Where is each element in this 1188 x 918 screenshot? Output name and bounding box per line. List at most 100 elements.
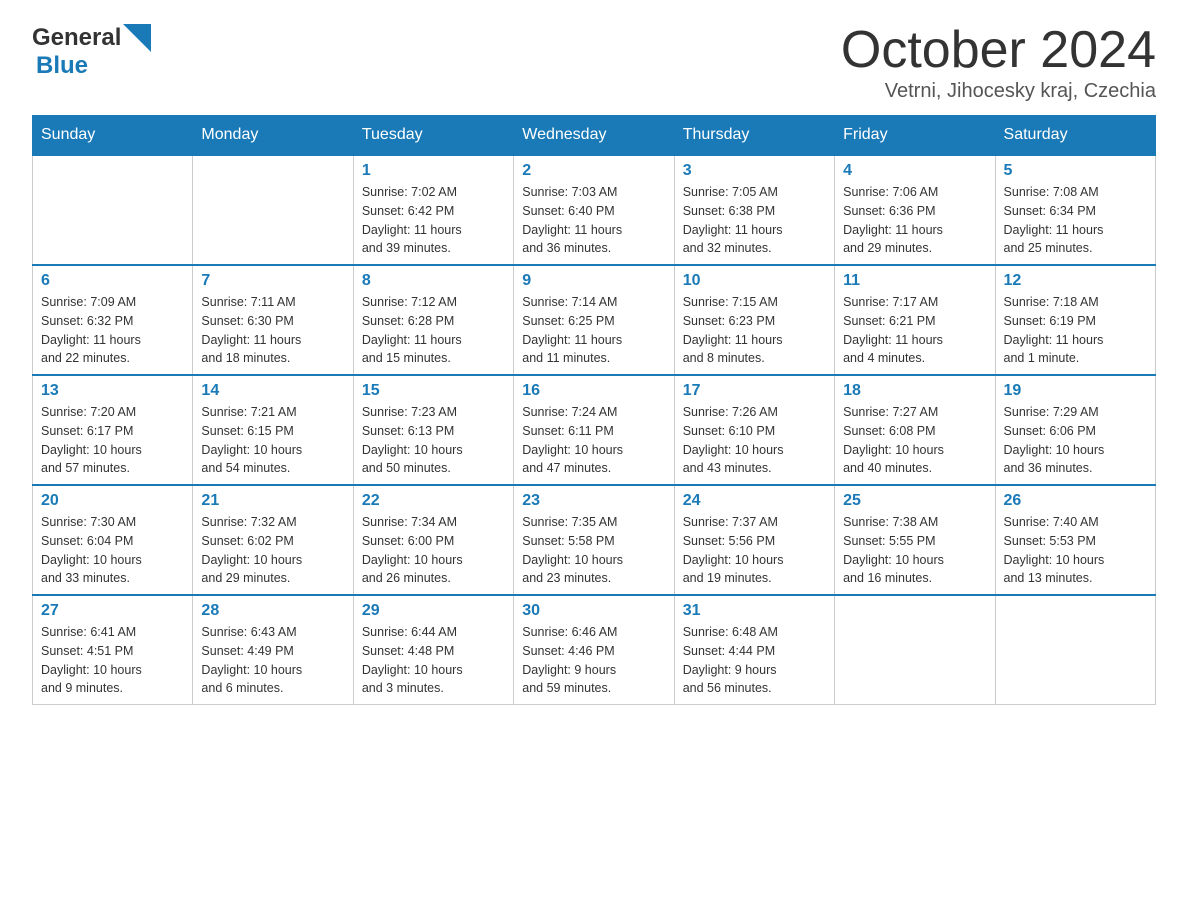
day-info: Sunrise: 7:37 AM Sunset: 5:56 PM Dayligh… <box>683 513 826 588</box>
calendar-cell: 28Sunrise: 6:43 AM Sunset: 4:49 PM Dayli… <box>193 595 353 705</box>
day-info: Sunrise: 6:46 AM Sunset: 4:46 PM Dayligh… <box>522 623 665 698</box>
calendar-cell: 12 Sunrise: 7:18 AM Sunset: 6:19 PM Dayli… <box>995 265 1155 375</box>
day-info: Sunrise: 7:02 AM Sunset: 6:42 PM Dayligh… <box>362 183 505 258</box>
week-row-4: 20 Sunrise: 7:30 AM Sunset: 6:04 PM Dayli… <box>33 485 1156 595</box>
day-number: 4 <box>843 162 986 180</box>
day-info: Sunrise: 7:17 AM Sunset: 6:21 PM Dayligh… <box>843 293 986 368</box>
calendar-cell: 18 Sunrise: 7:27 AM Sunset: 6:08 PM Dayli… <box>835 375 995 485</box>
calendar-cell: 25 Sunrise: 7:38 AM Sunset: 5:55 PM Dayli… <box>835 485 995 595</box>
day-number: 13 <box>41 382 184 400</box>
calendar-cell: 7Sunrise: 7:11 AM Sunset: 6:30 PM Daylig… <box>193 265 353 375</box>
day-info: Sunrise: 7:20 AM Sunset: 6:17 PM Dayligh… <box>41 403 184 478</box>
day-number: 8 <box>362 272 505 290</box>
day-info: Sunrise: 6:41 AM Sunset: 4:51 PM Dayligh… <box>41 623 184 698</box>
day-number: 1 <box>362 162 505 180</box>
calendar-cell: 13 Sunrise: 7:20 AM Sunset: 6:17 PM Dayli… <box>33 375 193 485</box>
calendar-table: SundayMondayTuesdayWednesdayThursdayFrid… <box>32 115 1156 705</box>
days-header-row: SundayMondayTuesdayWednesdayThursdayFrid… <box>33 116 1156 156</box>
calendar-cell: 20 Sunrise: 7:30 AM Sunset: 6:04 PM Dayli… <box>33 485 193 595</box>
calendar-cell: 3Sunrise: 7:05 AM Sunset: 6:38 PM Daylig… <box>674 155 834 265</box>
location-subtitle: Vetrni, Jihocesky kraj, Czechia <box>841 80 1156 103</box>
day-info: Sunrise: 7:06 AM Sunset: 6:36 PM Dayligh… <box>843 183 986 258</box>
day-number: 12 <box>1004 272 1147 290</box>
calendar-cell <box>995 595 1155 705</box>
day-number: 23 <box>522 492 665 510</box>
day-info: Sunrise: 7:21 AM Sunset: 6:15 PM Dayligh… <box>201 403 344 478</box>
day-info: Sunrise: 7:09 AM Sunset: 6:32 PM Dayligh… <box>41 293 184 368</box>
day-number: 25 <box>843 492 986 510</box>
day-info: Sunrise: 7:08 AM Sunset: 6:34 PM Dayligh… <box>1004 183 1147 258</box>
day-info: Sunrise: 6:43 AM Sunset: 4:49 PM Dayligh… <box>201 623 344 698</box>
calendar-cell: 19Sunrise: 7:29 AM Sunset: 6:06 PM Dayli… <box>995 375 1155 485</box>
day-info: Sunrise: 7:23 AM Sunset: 6:13 PM Dayligh… <box>362 403 505 478</box>
logo-general-text: General <box>32 24 121 52</box>
day-number: 18 <box>843 382 986 400</box>
day-info: Sunrise: 6:44 AM Sunset: 4:48 PM Dayligh… <box>362 623 505 698</box>
day-number: 26 <box>1004 492 1147 510</box>
day-header-thursday: Thursday <box>674 116 834 156</box>
calendar-cell: 9Sunrise: 7:14 AM Sunset: 6:25 PM Daylig… <box>514 265 674 375</box>
day-header-monday: Monday <box>193 116 353 156</box>
calendar-cell: 23 Sunrise: 7:35 AM Sunset: 5:58 PM Dayli… <box>514 485 674 595</box>
page-header: General Blue October 2024 Vetrni, Jihoce… <box>32 24 1156 103</box>
calendar-cell: 1 Sunrise: 7:02 AM Sunset: 6:42 PM Daylig… <box>353 155 513 265</box>
week-row-1: 1 Sunrise: 7:02 AM Sunset: 6:42 PM Daylig… <box>33 155 1156 265</box>
calendar-cell: 11 Sunrise: 7:17 AM Sunset: 6:21 PM Dayli… <box>835 265 995 375</box>
day-info: Sunrise: 7:27 AM Sunset: 6:08 PM Dayligh… <box>843 403 986 478</box>
calendar-cell: 8 Sunrise: 7:12 AM Sunset: 6:28 PM Daylig… <box>353 265 513 375</box>
day-number: 7 <box>201 272 344 290</box>
day-header-saturday: Saturday <box>995 116 1155 156</box>
calendar-cell <box>835 595 995 705</box>
day-number: 14 <box>201 382 344 400</box>
month-title: October 2024 <box>841 24 1156 76</box>
day-info: Sunrise: 7:34 AM Sunset: 6:00 PM Dayligh… <box>362 513 505 588</box>
week-row-3: 13 Sunrise: 7:20 AM Sunset: 6:17 PM Dayli… <box>33 375 1156 485</box>
logo-icon <box>123 24 151 52</box>
day-number: 21 <box>201 492 344 510</box>
calendar-cell: 26 Sunrise: 7:40 AM Sunset: 5:53 PM Dayli… <box>995 485 1155 595</box>
calendar-cell: 10Sunrise: 7:15 AM Sunset: 6:23 PM Dayli… <box>674 265 834 375</box>
calendar-cell: 15 Sunrise: 7:23 AM Sunset: 6:13 PM Dayli… <box>353 375 513 485</box>
day-info: Sunrise: 7:30 AM Sunset: 6:04 PM Dayligh… <box>41 513 184 588</box>
day-number: 9 <box>522 272 665 290</box>
day-number: 6 <box>41 272 184 290</box>
calendar-cell: 5 Sunrise: 7:08 AM Sunset: 6:34 PM Daylig… <box>995 155 1155 265</box>
day-number: 10 <box>683 272 826 290</box>
day-number: 22 <box>362 492 505 510</box>
day-info: Sunrise: 7:26 AM Sunset: 6:10 PM Dayligh… <box>683 403 826 478</box>
calendar-cell: 16Sunrise: 7:24 AM Sunset: 6:11 PM Dayli… <box>514 375 674 485</box>
day-number: 20 <box>41 492 184 510</box>
day-number: 30 <box>522 602 665 620</box>
logo: General Blue <box>32 24 151 80</box>
week-row-2: 6 Sunrise: 7:09 AM Sunset: 6:32 PM Daylig… <box>33 265 1156 375</box>
day-number: 27 <box>41 602 184 620</box>
week-row-5: 27 Sunrise: 6:41 AM Sunset: 4:51 PM Dayli… <box>33 595 1156 705</box>
calendar-cell: 21 Sunrise: 7:32 AM Sunset: 6:02 PM Dayli… <box>193 485 353 595</box>
day-info: Sunrise: 7:38 AM Sunset: 5:55 PM Dayligh… <box>843 513 986 588</box>
title-block: October 2024 Vetrni, Jihocesky kraj, Cze… <box>841 24 1156 103</box>
day-info: Sunrise: 7:29 AM Sunset: 6:06 PM Dayligh… <box>1004 403 1147 478</box>
calendar-cell: 31Sunrise: 6:48 AM Sunset: 4:44 PM Dayli… <box>674 595 834 705</box>
day-number: 5 <box>1004 162 1147 180</box>
day-info: Sunrise: 7:12 AM Sunset: 6:28 PM Dayligh… <box>362 293 505 368</box>
day-info: Sunrise: 7:18 AM Sunset: 6:19 PM Dayligh… <box>1004 293 1147 368</box>
calendar-cell <box>193 155 353 265</box>
day-info: Sunrise: 7:24 AM Sunset: 6:11 PM Dayligh… <box>522 403 665 478</box>
day-number: 15 <box>362 382 505 400</box>
calendar-cell: 17 Sunrise: 7:26 AM Sunset: 6:10 PM Dayli… <box>674 375 834 485</box>
calendar-cell: 22 Sunrise: 7:34 AM Sunset: 6:00 PM Dayli… <box>353 485 513 595</box>
calendar-cell: 27 Sunrise: 6:41 AM Sunset: 4:51 PM Dayli… <box>33 595 193 705</box>
day-info: Sunrise: 7:32 AM Sunset: 6:02 PM Dayligh… <box>201 513 344 588</box>
day-header-friday: Friday <box>835 116 995 156</box>
day-number: 17 <box>683 382 826 400</box>
day-info: Sunrise: 7:05 AM Sunset: 6:38 PM Dayligh… <box>683 183 826 258</box>
day-number: 11 <box>843 272 986 290</box>
calendar-cell: 30 Sunrise: 6:46 AM Sunset: 4:46 PM Dayli… <box>514 595 674 705</box>
day-info: Sunrise: 7:35 AM Sunset: 5:58 PM Dayligh… <box>522 513 665 588</box>
calendar-cell: 6 Sunrise: 7:09 AM Sunset: 6:32 PM Daylig… <box>33 265 193 375</box>
calendar-cell <box>33 155 193 265</box>
day-info: Sunrise: 7:40 AM Sunset: 5:53 PM Dayligh… <box>1004 513 1147 588</box>
calendar-cell: 14 Sunrise: 7:21 AM Sunset: 6:15 PM Dayli… <box>193 375 353 485</box>
calendar-cell: 24Sunrise: 7:37 AM Sunset: 5:56 PM Dayli… <box>674 485 834 595</box>
day-header-sunday: Sunday <box>33 116 193 156</box>
